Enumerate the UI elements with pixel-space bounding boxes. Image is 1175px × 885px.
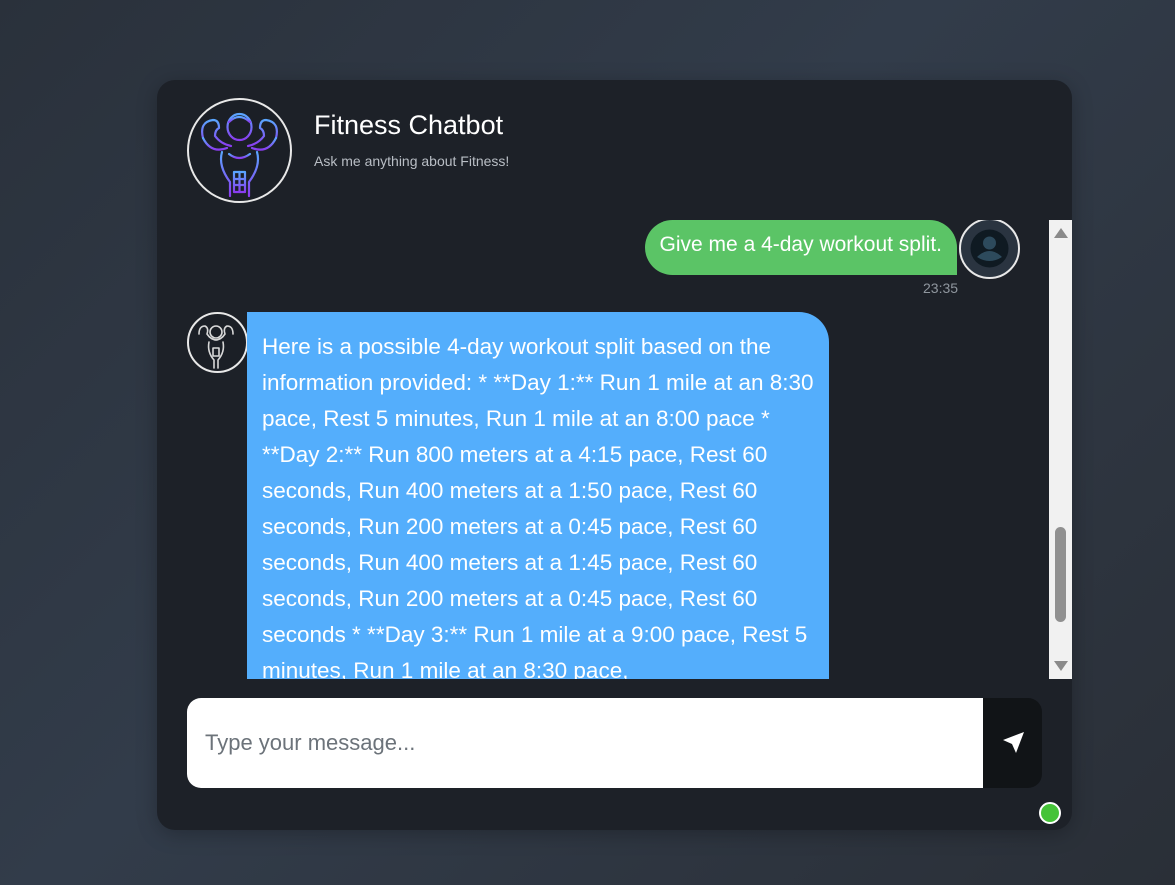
message-composer bbox=[187, 698, 1042, 788]
user-icon bbox=[959, 220, 1020, 279]
scroll-up-arrow-icon[interactable] bbox=[1054, 228, 1068, 238]
bot-message: Here is a possible 4-day workout split b… bbox=[247, 312, 829, 679]
scrollbar-thumb[interactable] bbox=[1055, 527, 1066, 622]
chat-title: Fitness Chatbot bbox=[314, 110, 504, 140]
send-button[interactable] bbox=[983, 698, 1042, 788]
muscular-man-icon bbox=[187, 98, 292, 203]
message-list[interactable]: Give me a 4-day workout split. 23:35 Her… bbox=[157, 220, 1049, 679]
chat-subtitle: Ask me anything about Fitness! bbox=[314, 153, 510, 169]
message-timestamp: 23:35 bbox=[923, 280, 959, 296]
chat-header: Fitness Chatbot Ask me anything about Fi… bbox=[157, 80, 1072, 220]
message-scrollbar[interactable] bbox=[1049, 220, 1072, 679]
send-arrow-icon bbox=[1002, 732, 1024, 753]
flexing-man-icon bbox=[187, 312, 248, 373]
online-status-indicator bbox=[1039, 802, 1061, 824]
scroll-down-arrow-icon[interactable] bbox=[1054, 661, 1068, 671]
message-input[interactable] bbox=[187, 698, 983, 788]
chat-window: Fitness Chatbot Ask me anything about Fi… bbox=[157, 80, 1072, 830]
user-message: Give me a 4-day workout split. bbox=[644, 220, 957, 275]
